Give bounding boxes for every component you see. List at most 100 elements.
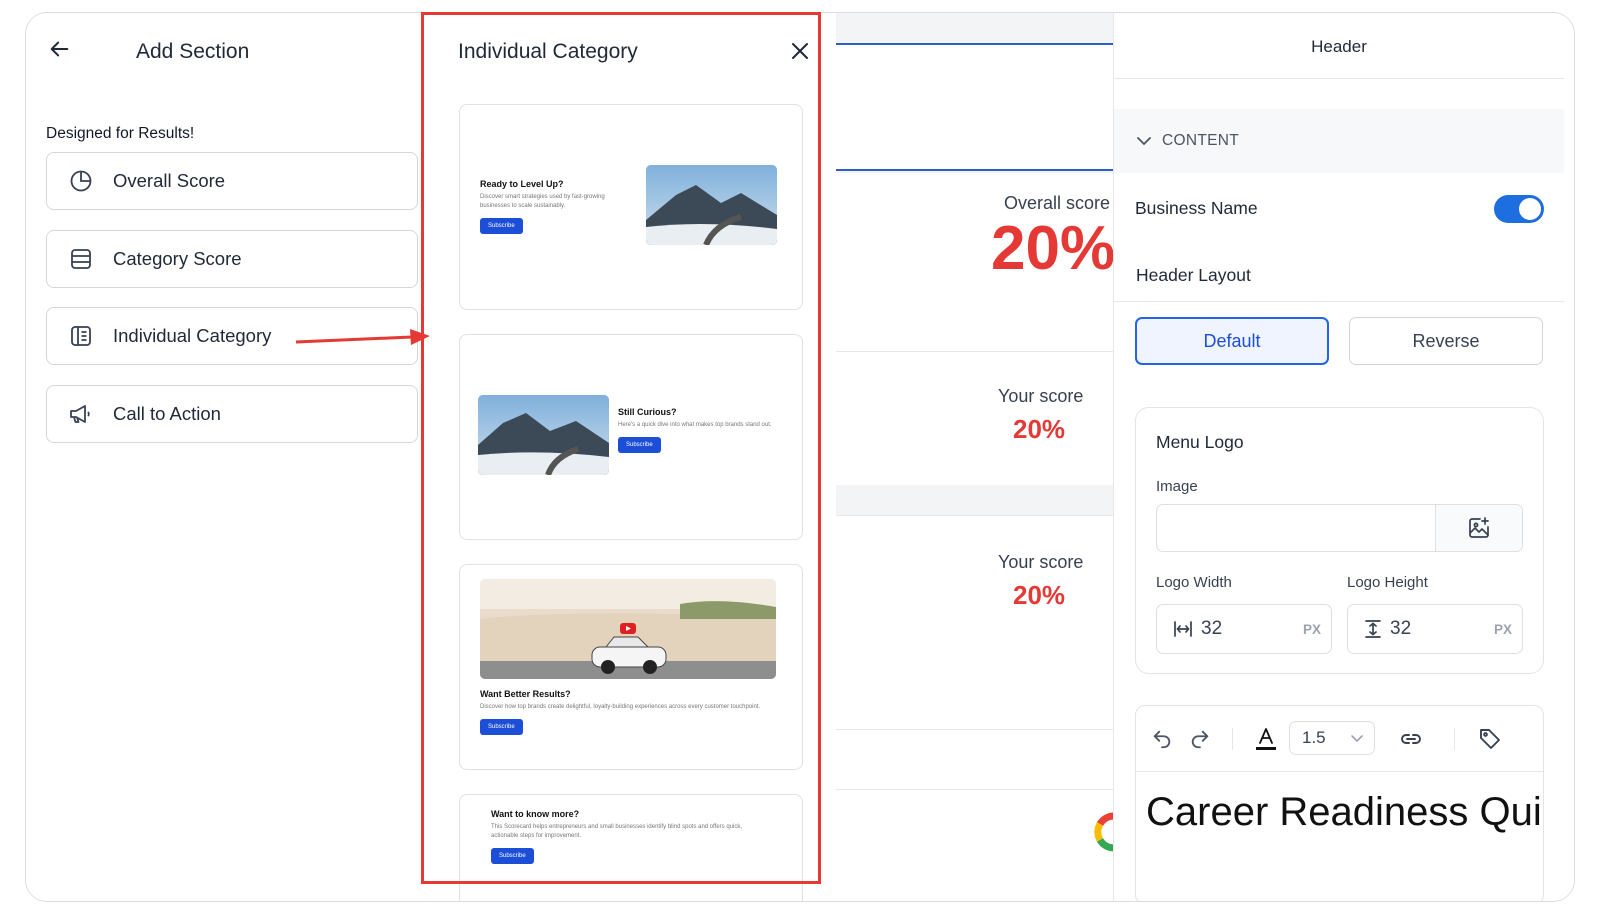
card-heading: Still Curious? xyxy=(618,407,677,417)
unit-label: PX xyxy=(1302,621,1321,637)
undo-icon xyxy=(1153,730,1171,749)
overall-score-label: Overall score xyxy=(1004,193,1111,213)
template-card[interactable]: Want to know more? This Scorecard helps … xyxy=(459,794,803,901)
panel-title: Header xyxy=(1311,37,1367,56)
left-header xyxy=(48,37,72,61)
line-height-value: 1.5 xyxy=(1302,728,1326,747)
logo-height-label: Logo Height xyxy=(1347,574,1428,591)
score-value: 20% xyxy=(1013,414,1066,444)
video-thumbnail xyxy=(480,579,776,679)
divider xyxy=(1114,301,1564,302)
score-value: 20% xyxy=(1013,580,1066,610)
template-card[interactable]: Still Curious? Here's a quick dive into … xyxy=(459,334,803,540)
editor-toolbar: 1.5 xyxy=(1136,706,1543,772)
logo-width-label: Logo Width xyxy=(1156,574,1232,591)
text-color-icon xyxy=(1256,728,1276,750)
score-label: Your score xyxy=(998,552,1084,572)
unit-label: PX xyxy=(1493,621,1512,637)
business-name-label: Business Name xyxy=(1135,198,1258,218)
upload-image-button[interactable] xyxy=(1435,505,1522,551)
preview-block xyxy=(836,649,1114,729)
pie-chart-icon xyxy=(67,167,95,195)
card-description: Discover how top brands create delightfu… xyxy=(480,704,761,710)
header-layout-label: Header Layout xyxy=(1136,265,1251,285)
menu-logo-title: Menu Logo xyxy=(1156,432,1244,452)
menu-logo-card: Menu Logo Image Logo Width Logo Height 3… xyxy=(1135,407,1544,674)
score-block: Your score 20% xyxy=(836,515,1114,649)
app-frame: Add Section Designed for Results! Overal… xyxy=(25,12,1575,902)
card-description: Discover smart strategies used by fast-g… xyxy=(480,194,605,209)
individual-category-label: Individual Category xyxy=(113,325,272,346)
panel-title: Add Section xyxy=(136,40,250,63)
subscribe-button: Subscribe xyxy=(491,848,534,864)
text-color-button[interactable] xyxy=(1252,725,1280,753)
back-button[interactable] xyxy=(48,37,72,61)
card-heading: Ready to Level Up? xyxy=(480,179,564,189)
annotation-arrow xyxy=(295,329,430,345)
chevron-down-icon xyxy=(1351,735,1363,743)
tag-icon xyxy=(1480,729,1500,749)
book-icon xyxy=(67,322,95,350)
overall-score-button[interactable]: Overall Score xyxy=(46,152,418,210)
add-section-panel: Add Section Designed for Results! Overal… xyxy=(26,13,431,901)
card-description: Here's a quick dive into what makes top … xyxy=(618,422,772,428)
preview-header-block xyxy=(836,43,1114,171)
tag-button[interactable] xyxy=(1476,725,1504,753)
image-add-icon xyxy=(1469,517,1489,538)
chevron-down-icon xyxy=(1137,137,1151,146)
card-heading: Want Better Results? xyxy=(480,689,571,699)
category-score-label: Category Score xyxy=(113,248,242,269)
close-button[interactable] xyxy=(786,37,814,65)
redo-icon xyxy=(1191,730,1209,749)
logo-width-input[interactable]: 32 PX xyxy=(1156,604,1332,654)
editor-content[interactable]: Career Readiness Quiz xyxy=(1146,790,1543,835)
call-to-action-label: Call to Action xyxy=(113,403,221,424)
template-card[interactable]: Ready to Level Up? Discover smart strate… xyxy=(459,104,803,310)
score-label: Your score xyxy=(998,386,1084,406)
link-button[interactable] xyxy=(1397,725,1425,753)
logo-height-value: 32 xyxy=(1390,618,1412,639)
toolbar-separator xyxy=(1454,728,1455,750)
image-label: Image xyxy=(1156,478,1198,495)
category-score-button[interactable]: Category Score xyxy=(46,230,418,288)
layout-default-button[interactable]: Default xyxy=(1135,317,1329,365)
megaphone-icon xyxy=(67,400,95,428)
overall-score-block: Overall score 20% xyxy=(836,173,1114,351)
subscribe-button: Subscribe xyxy=(480,719,523,735)
mountain-image xyxy=(646,165,777,245)
image-input[interactable] xyxy=(1156,504,1523,552)
individual-category-panel: Individual Category Ready to Level Up? D… xyxy=(436,13,836,901)
logo-height-input[interactable]: 32 PX xyxy=(1347,604,1523,654)
section-label: CONTENT xyxy=(1162,132,1240,149)
subscribe-button: Subscribe xyxy=(618,437,661,453)
call-to-action-button[interactable]: Call to Action xyxy=(46,385,418,443)
overall-score-value: 20% xyxy=(991,214,1114,283)
list-icon xyxy=(67,245,95,273)
toolbar-separator xyxy=(1232,728,1233,750)
google-logo-icon xyxy=(1094,812,1114,852)
logo-width-value: 32 xyxy=(1201,618,1223,639)
line-height-select[interactable]: 1.5 xyxy=(1289,721,1375,755)
undo-button[interactable] xyxy=(1148,725,1176,753)
section-group-label: Designed for Results! xyxy=(46,125,195,142)
template-card[interactable]: Want Better Results? Discover how top br… xyxy=(459,564,803,770)
close-icon xyxy=(792,43,808,59)
score-block: Your score 20% xyxy=(836,351,1114,485)
arrow-left-icon xyxy=(50,41,69,57)
subscribe-button: Subscribe xyxy=(480,218,523,234)
overall-score-label: Overall Score xyxy=(113,170,226,191)
height-arrows-icon xyxy=(1365,620,1381,638)
redo-button[interactable] xyxy=(1186,725,1214,753)
card-text: Ready to Level Up? Discover smart strate… xyxy=(480,179,635,234)
width-arrows-icon xyxy=(1174,621,1192,637)
divider xyxy=(1114,78,1564,79)
content-section-toggle[interactable]: CONTENT xyxy=(1114,109,1564,173)
panel-title: Individual Category xyxy=(458,40,638,63)
business-name-toggle[interactable] xyxy=(1494,195,1544,223)
card-text: Still Curious? Here's a quick dive into … xyxy=(618,407,778,453)
card-text: Want to know more? This Scorecard helps … xyxy=(491,809,771,864)
layout-reverse-button[interactable]: Reverse xyxy=(1349,317,1543,365)
card-heading: Want to know more? xyxy=(491,809,580,819)
link-icon xyxy=(1401,734,1421,744)
rich-text-editor: 1.5 Career Readiness Quiz xyxy=(1135,705,1544,901)
